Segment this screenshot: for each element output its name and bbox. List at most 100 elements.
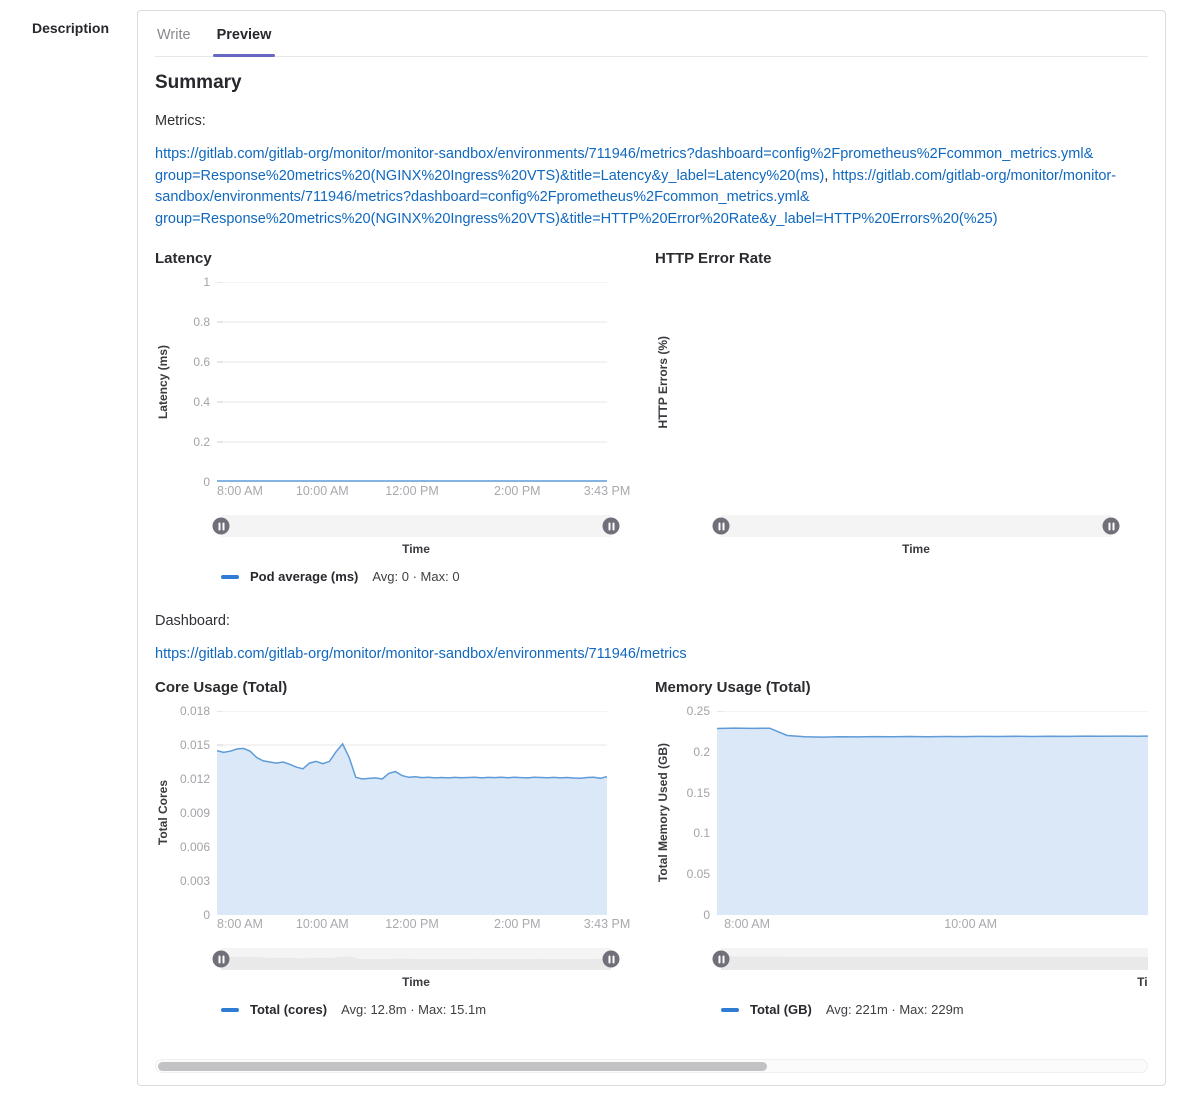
y-tick-label: 0.15 (687, 786, 710, 800)
y-tick-label: 0.2 (193, 435, 210, 449)
x-tick-label: 8:00 AM (724, 917, 770, 931)
slider-handle-right[interactable] (1103, 518, 1120, 535)
y-tick-label: 0.003 (180, 874, 210, 888)
y-tick-label: 0.2 (693, 745, 710, 759)
chart-legend: Total (GB) Avg: 221m · Max: 229m (721, 1002, 1148, 1017)
x-tick-label: 8:00 AM (217, 917, 263, 931)
y-tick-label: 0.006 (180, 840, 210, 854)
charts-row-2: Core Usage (Total) Total Cores 0.018 0.01… (155, 679, 1148, 1017)
slider-handle-left[interactable] (713, 518, 730, 535)
x-tick-label: 12:00 PM (385, 484, 439, 498)
x-tick-label: 2:00 PM (494, 917, 541, 931)
y-tick-label: 0.009 (180, 806, 210, 820)
x-tick-label: 8:00 AM (217, 484, 263, 498)
y-tick-label: 0.012 (180, 772, 210, 786)
y-tick-label: 0.6 (193, 355, 210, 369)
slider-handle-right[interactable] (603, 518, 620, 535)
legend-swatch (221, 1008, 239, 1012)
plot-area (717, 711, 1148, 915)
y-axis-label: Total Cores (155, 711, 171, 915)
plot-area (217, 711, 607, 915)
metrics-link[interactable]: https://gitlab.com/gitlab-org/monitor/mo… (832, 168, 1116, 184)
metrics-link[interactable]: https://gitlab.com/gitlab-org/monitor/mo… (155, 146, 1093, 162)
legend-swatch (221, 575, 239, 579)
slider-track[interactable] (221, 948, 611, 970)
y-tick-label: 0 (203, 908, 210, 922)
description-panel: Write Preview Summary Metrics: https://g… (137, 10, 1166, 1086)
horizontal-scrollbar-thumb[interactable] (158, 1062, 767, 1071)
slider-handle-left[interactable] (213, 518, 230, 535)
y-axis-ticks: 0.250.20.150.10.050 (671, 711, 717, 915)
y-tick-label: 0.018 (180, 704, 210, 718)
slider-track[interactable] (721, 948, 1148, 970)
tab-write[interactable]: Write (157, 27, 191, 43)
time-range-slider[interactable] (221, 515, 611, 537)
metrics-links: https://gitlab.com/gitlab-org/monitor/mo… (155, 144, 1148, 230)
memory-usage-chart: Memory Usage (Total) Total Memory Used (… (655, 679, 1148, 1017)
slider-handle-right[interactable] (603, 951, 620, 968)
metrics-label: Metrics: (155, 113, 1148, 129)
x-axis-title: Time (221, 975, 611, 989)
dashboard-link[interactable]: https://gitlab.com/gitlab-org/monitor/mo… (155, 646, 1148, 662)
x-axis-title: Time (721, 542, 1111, 556)
y-axis-label: Total Memory Used (GB) (655, 711, 671, 915)
x-tick-label: 2:00 PM (494, 484, 541, 498)
y-tick-label: 0.25 (687, 704, 710, 718)
chart-title: Core Usage (Total) (155, 679, 655, 696)
metrics-link[interactable]: group=Response%20metrics%20(NGINX%20Ingr… (155, 168, 824, 184)
y-axis-ticks: 0.0180.0150.0120.0090.0060.0030 (171, 711, 217, 915)
x-axis-title: Time (221, 542, 611, 556)
x-tick-label: 10:00 AM (296, 484, 349, 498)
y-axis-ticks: 10.80.60.40.20 (171, 282, 217, 482)
y-axis-label: Latency (ms) (155, 282, 171, 482)
x-tick-label: 3:43 PM (584, 917, 631, 931)
dashboard-label: Dashboard: (155, 613, 1148, 629)
y-tick-label: 0.015 (180, 738, 210, 752)
y-tick-label: 0 (203, 475, 210, 489)
y-tick-label: 0.8 (193, 315, 210, 329)
x-axis-ticks: 8:00 AM10:00 AM12:00 PM2:00 PM3:43 PM (217, 917, 607, 932)
description-label: Description (32, 20, 109, 36)
http-error-rate-chart: HTTP Error Rate HTTP Errors (%) Time (655, 250, 1111, 584)
legend-swatch (721, 1008, 739, 1012)
chart-legend: Pod average (ms) Avg: 0 · Max: 0 (221, 569, 655, 584)
summary-heading: Summary (155, 72, 1148, 94)
y-axis-label: HTTP Errors (%) (655, 282, 671, 482)
y-tick-label: 0.4 (193, 395, 210, 409)
plot-area (217, 282, 607, 482)
metrics-link[interactable]: sandbox/environments/711946/metrics?dash… (155, 189, 810, 205)
y-tick-label: 1 (203, 275, 210, 289)
chart-legend: Total (cores) Avg: 12.8m · Max: 15.1m (221, 1002, 655, 1017)
core-usage-chart: Core Usage (Total) Total Cores 0.018 0.01… (155, 679, 655, 1017)
x-axis-title: Time (721, 975, 1148, 989)
y-axis-ticks (671, 282, 717, 482)
x-axis-ticks (717, 484, 1107, 499)
latency-chart: Latency Latency (ms) 1 0.8 0.6 0.4 0.2 0 8:00… (155, 250, 655, 584)
plot-area (717, 282, 1107, 482)
chart-title: HTTP Error Rate (655, 250, 1111, 267)
time-range-slider[interactable] (721, 515, 1111, 537)
x-tick-label: 3:43 PM (584, 484, 631, 498)
time-range-slider[interactable] (221, 948, 611, 970)
slider-handle-left[interactable] (713, 951, 730, 968)
y-tick-label: 0 (703, 908, 710, 922)
charts-row-1: Latency Latency (ms) 1 0.8 0.6 0.4 0.2 0 8:00… (155, 250, 1148, 584)
x-tick-label: 12:00 PM (385, 917, 439, 931)
horizontal-scrollbar[interactable] (155, 1059, 1148, 1073)
chart-title: Latency (155, 250, 655, 267)
tab-preview[interactable]: Preview (217, 27, 272, 43)
slider-handle-left[interactable] (213, 951, 230, 968)
metrics-link[interactable]: group=Response%20metrics%20(NGINX%20Ingr… (155, 211, 998, 227)
x-axis-ticks: 8:00 AM10:00 AM12:00 PM2:00 PM3:43 PM (217, 484, 607, 499)
x-axis-ticks: 8:00 AM 10:00 AM (717, 917, 1148, 932)
slider-track[interactable] (221, 515, 611, 537)
y-tick-label: 0.1 (693, 826, 710, 840)
chart-title: Memory Usage (Total) (655, 679, 1148, 696)
x-tick-label: 10:00 AM (944, 917, 997, 931)
slider-track[interactable] (721, 515, 1111, 537)
markdown-preview: Summary Metrics: https://gitlab.com/gitl… (155, 57, 1148, 1017)
editor-tabs: Write Preview (155, 19, 1148, 57)
x-tick-label: 10:00 AM (296, 917, 349, 931)
time-range-slider[interactable] (721, 948, 1148, 970)
y-tick-label: 0.05 (687, 867, 710, 881)
